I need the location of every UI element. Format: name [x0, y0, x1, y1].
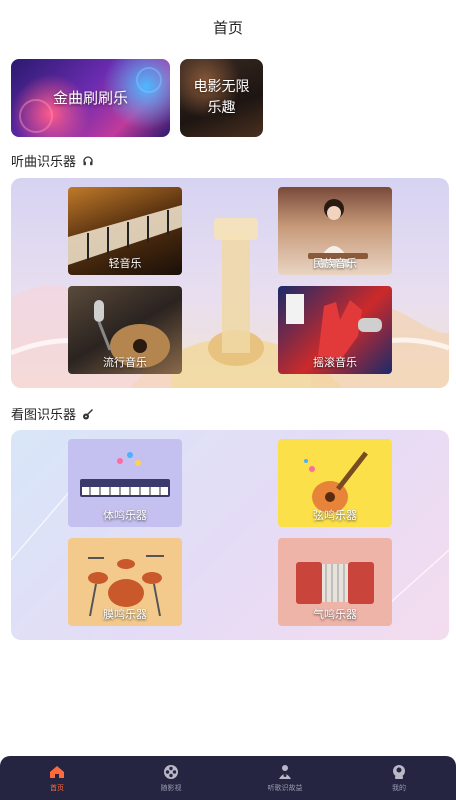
banner-golden-songs[interactable]: 金曲刷刷乐	[11, 59, 170, 137]
section-title-view: 看图识乐器	[11, 404, 94, 423]
view-panel: 体鸣乐器 弦鸣乐器 膜鸣乐器 气鸣乐器	[11, 430, 449, 640]
tile-rock-music[interactable]: 摇滚音乐	[278, 286, 392, 374]
tile-label: 弦鸣乐器	[313, 509, 357, 522]
tab-home[interactable]: 首页	[0, 756, 114, 800]
banner-deco-ring	[136, 67, 162, 93]
tile-label: 体鸣乐器	[103, 509, 147, 522]
tile-label: 气鸣乐器	[313, 608, 357, 621]
tab-label: 听歌识故益	[267, 784, 303, 792]
tab-film[interactable]: 随影视	[114, 756, 228, 800]
tab-label: 我的	[392, 784, 406, 792]
profile-icon	[390, 763, 408, 781]
tab-label: 首页	[50, 784, 64, 792]
tile-chordophone[interactable]: 弦鸣乐器	[278, 439, 392, 527]
header: 首页	[0, 0, 456, 54]
banner-movie-fun[interactable]: 电影无限 乐趣	[180, 59, 263, 137]
section-title-listen-text: 听曲识乐器	[11, 155, 77, 170]
tile-idiophone[interactable]: 体鸣乐器	[68, 439, 182, 527]
home-icon	[48, 763, 66, 781]
film-reel-icon	[162, 763, 180, 781]
tile-membranophone[interactable]: 膜鸣乐器	[68, 538, 182, 626]
guitar-icon	[82, 408, 94, 420]
music-person-icon	[276, 763, 294, 781]
banner-label-line2: 乐趣	[207, 100, 236, 116]
tile-label: 膜鸣乐器	[103, 608, 147, 621]
tile-pop-music[interactable]: 流行音乐	[68, 286, 182, 374]
tile-light-music[interactable]: 轻音乐	[68, 187, 182, 275]
listen-panel: 轻音乐 民族音乐 流行音乐 摇滚音乐	[11, 178, 449, 388]
bottom-tab-bar: 首页 随影视 听歌识故益 我的	[0, 756, 456, 800]
tile-label: 流行音乐	[103, 356, 147, 369]
tile-label: 轻音乐	[108, 257, 142, 270]
tab-listen-story[interactable]: 听歌识故益	[228, 756, 342, 800]
page-title: 首页	[212, 18, 243, 37]
section-title-listen: 听曲识乐器	[11, 151, 94, 170]
banner-label-line1: 电影无限	[193, 79, 250, 95]
banner-deco-ring	[19, 99, 53, 133]
tile-label: 民族音乐	[313, 257, 357, 270]
tab-label: 随影视	[160, 784, 182, 792]
section-title-view-text: 看图识乐器	[11, 408, 77, 423]
headphone-icon	[82, 155, 94, 167]
tile-aerophone[interactable]: 气鸣乐器	[278, 538, 392, 626]
tile-label: 摇滚音乐	[313, 356, 357, 369]
banner-label: 金曲刷刷乐	[52, 88, 128, 107]
tab-mine[interactable]: 我的	[342, 756, 456, 800]
tile-folk-music[interactable]: 民族音乐	[278, 187, 392, 275]
